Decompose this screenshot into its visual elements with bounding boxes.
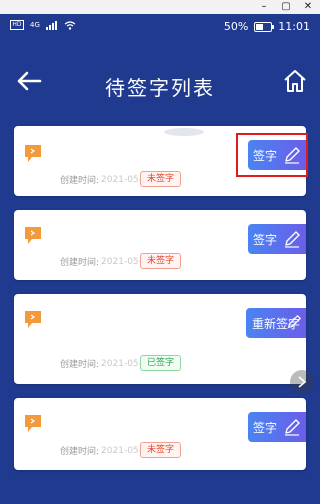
document-icon [25, 311, 41, 328]
created-label: 创建时间: [60, 360, 100, 370]
status-badge: 已签字 [140, 355, 182, 371]
signal-icon [45, 20, 57, 30]
network-type: 4G [30, 21, 40, 29]
floating-next-button[interactable] [290, 370, 314, 394]
created-label: 创建时间: [60, 258, 100, 268]
document-icon [25, 415, 41, 432]
hd-icon: HD [10, 20, 24, 30]
blurred-title [164, 128, 204, 136]
maximize-icon[interactable]: ▢ [280, 1, 292, 13]
pen-icon [285, 231, 300, 248]
created-label: 创建时间: [60, 176, 100, 186]
pen-icon [285, 419, 300, 436]
chevron-right-icon [298, 376, 307, 388]
task-card[interactable]: 创建时间: 2021-05-14 已签字 重新签字 [14, 294, 306, 384]
status-badge: 未签字 [140, 442, 182, 458]
task-card[interactable]: 创建时间: 2021-05-20 未签字 签字 [14, 210, 306, 280]
home-icon [284, 70, 306, 92]
sign-button[interactable]: 签字 [248, 412, 306, 442]
status-bar: HD 4G 50% 11:01 [0, 14, 320, 42]
minimize-icon[interactable]: – [258, 1, 270, 13]
resign-button[interactable]: 重新签字 [246, 308, 306, 338]
task-card[interactable]: 创建时间: 2021-05-18 未签字 签字 [14, 398, 306, 470]
document-icon [25, 227, 41, 244]
battery-percent: 50% [223, 20, 249, 33]
sign-button-label: 签字 [252, 232, 277, 247]
close-icon[interactable]: ✕ [302, 1, 314, 13]
battery-icon [254, 21, 275, 32]
window-titlebar: – ▢ ✕ [0, 0, 320, 14]
home-button[interactable] [280, 66, 310, 96]
sign-button-label: 签字 [252, 420, 277, 435]
highlight-box [236, 133, 308, 177]
sign-button[interactable]: 签字 [248, 224, 306, 254]
created-label: 创建时间: [60, 447, 100, 457]
page-title: 待签字列表 [105, 76, 215, 100]
clock: 11:01 [278, 20, 310, 33]
status-badge: 未签字 [140, 253, 182, 269]
pen-icon [288, 315, 301, 328]
status-badge: 未签字 [140, 171, 182, 187]
document-icon [25, 145, 41, 162]
wifi-icon [64, 20, 76, 30]
app-header: 待签字列表 [0, 42, 320, 124]
